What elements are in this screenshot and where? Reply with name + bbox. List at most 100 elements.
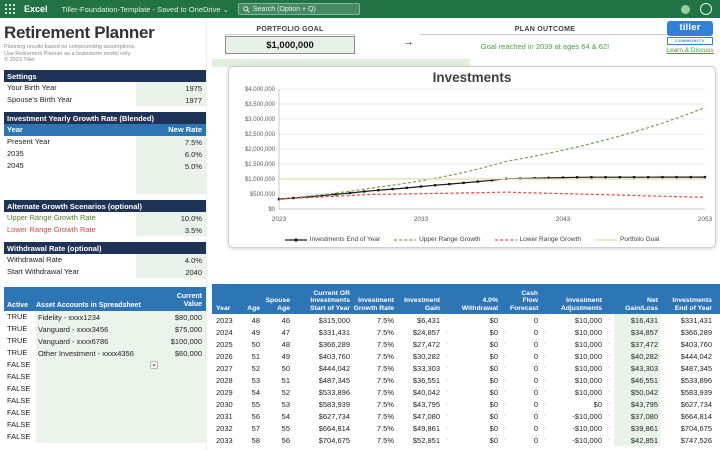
cell[interactable]: 46 bbox=[262, 314, 292, 326]
asset-name-cell[interactable] bbox=[36, 395, 152, 407]
asset-value-cell[interactable] bbox=[152, 383, 206, 395]
cell[interactable]: 55 bbox=[240, 398, 262, 410]
asset-value-cell[interactable] bbox=[152, 407, 206, 419]
growth-rate-label[interactable]: 2045 bbox=[4, 161, 136, 170]
cell[interactable]: $43,795 bbox=[396, 398, 442, 410]
cell[interactable]: 2031 bbox=[212, 410, 240, 422]
upper-range-label[interactable]: Upper Range Growth Rate bbox=[4, 213, 136, 222]
cell[interactable]: $0 bbox=[452, 410, 500, 422]
asset-name-cell[interactable] bbox=[36, 359, 152, 371]
cell[interactable]: 49 bbox=[240, 326, 262, 338]
investments-chart[interactable]: Investments $0$500,000$1,000,000$1,500,0… bbox=[228, 66, 716, 248]
cell[interactable]: $627,734 bbox=[660, 398, 714, 410]
withdrawal-rate-value[interactable]: 4.0% bbox=[136, 254, 206, 266]
cell[interactable]: $0 bbox=[452, 350, 500, 362]
cell[interactable]: 0 bbox=[510, 326, 540, 338]
cell[interactable]: 0 bbox=[510, 398, 540, 410]
cell[interactable]: $50,042 bbox=[614, 386, 660, 398]
cell[interactable]: $0 bbox=[452, 314, 500, 326]
cell[interactable]: 48 bbox=[262, 338, 292, 350]
cell[interactable]: 50 bbox=[262, 362, 292, 374]
cell[interactable]: $49,861 bbox=[396, 422, 442, 434]
cell[interactable]: $366,289 bbox=[660, 326, 714, 338]
lower-range-label[interactable]: Lower Range Growth Rate bbox=[4, 225, 136, 234]
asset-name-cell[interactable] bbox=[36, 371, 152, 383]
cell[interactable]: 7.5% bbox=[352, 434, 396, 446]
portfolio-goal-value[interactable]: $1,000,000 bbox=[225, 36, 355, 54]
floating-cell-button-icon[interactable]: ▴ bbox=[150, 361, 158, 369]
asset-name-cell[interactable] bbox=[36, 431, 152, 443]
cell[interactable]: $627,734 bbox=[292, 410, 352, 422]
cell[interactable]: 2028 bbox=[212, 374, 240, 386]
cell[interactable]: $39,861 bbox=[614, 422, 660, 434]
setting-value[interactable]: 1977 bbox=[136, 94, 206, 106]
cell[interactable]: 51 bbox=[240, 350, 262, 362]
cell[interactable]: $664,814 bbox=[292, 422, 352, 434]
asset-value-cell[interactable]: $80,000 bbox=[152, 311, 206, 323]
asset-name-cell[interactable] bbox=[36, 383, 152, 395]
cell[interactable]: 7.5% bbox=[352, 410, 396, 422]
cell[interactable]: 52 bbox=[240, 362, 262, 374]
cell[interactable]: $0 bbox=[452, 374, 500, 386]
cell[interactable]: $47,080 bbox=[396, 410, 442, 422]
cell[interactable]: $0 bbox=[452, 434, 500, 446]
avatar[interactable] bbox=[700, 3, 712, 15]
setting-value[interactable]: 1975 bbox=[136, 82, 206, 94]
cell[interactable]: 0 bbox=[510, 374, 540, 386]
column-header[interactable]: Net Gain/Loss bbox=[614, 297, 660, 312]
cell[interactable]: 47 bbox=[262, 326, 292, 338]
cell[interactable]: $52,851 bbox=[396, 434, 442, 446]
cell[interactable]: 49 bbox=[262, 350, 292, 362]
asset-active-cell[interactable]: FALSE bbox=[4, 360, 36, 369]
cell[interactable]: $43,303 bbox=[614, 362, 660, 374]
cell[interactable]: $46,551 bbox=[614, 374, 660, 386]
asset-name-cell[interactable]: Vanguard - xxxx3456 bbox=[36, 323, 152, 335]
growth-rate-value[interactable]: 5.0% bbox=[136, 160, 206, 172]
cell[interactable]: 7.5% bbox=[352, 362, 396, 374]
cell[interactable]: $10,000 bbox=[550, 350, 604, 362]
cell[interactable]: 2023 bbox=[212, 314, 240, 326]
asset-active-cell[interactable]: TRUE bbox=[4, 336, 36, 345]
cell[interactable]: $664,814 bbox=[660, 410, 714, 422]
cell[interactable]: $40,042 bbox=[396, 386, 442, 398]
cell[interactable]: 56 bbox=[262, 434, 292, 446]
cell[interactable]: $10,000 bbox=[550, 374, 604, 386]
upper-range-value[interactable]: 10.0% bbox=[136, 212, 206, 224]
asset-name-cell[interactable]: Vanguard - xxxx6786 bbox=[36, 335, 152, 347]
cell[interactable]: 52 bbox=[262, 386, 292, 398]
cell[interactable]: $0 bbox=[452, 338, 500, 350]
cell[interactable]: 7.5% bbox=[352, 374, 396, 386]
cell[interactable]: $331,431 bbox=[292, 326, 352, 338]
cell[interactable]: 0 bbox=[510, 338, 540, 350]
cell[interactable]: $487,345 bbox=[292, 374, 352, 386]
cell[interactable]: $0 bbox=[452, 386, 500, 398]
cell[interactable]: 2029 bbox=[212, 386, 240, 398]
cell[interactable]: 2030 bbox=[212, 398, 240, 410]
asset-value-cell[interactable] bbox=[152, 431, 206, 443]
cell[interactable]: 58 bbox=[240, 434, 262, 446]
column-header[interactable]: Age bbox=[240, 305, 262, 313]
asset-active-cell[interactable]: FALSE bbox=[4, 420, 36, 429]
cell[interactable]: 51 bbox=[262, 374, 292, 386]
cell[interactable]: 50 bbox=[240, 338, 262, 350]
cell[interactable]: 48 bbox=[240, 314, 262, 326]
column-header[interactable]: 4.0% Withdrawal bbox=[452, 297, 500, 312]
cell[interactable]: $36,551 bbox=[396, 374, 442, 386]
asset-active-cell[interactable]: FALSE bbox=[4, 396, 36, 405]
cell[interactable]: $0 bbox=[452, 362, 500, 374]
asset-name-cell[interactable]: Other Investment - xxxx4356 bbox=[36, 347, 152, 359]
cell[interactable]: $42,851 bbox=[614, 434, 660, 446]
setting-label[interactable]: Your Birth Year bbox=[4, 83, 136, 92]
cell[interactable]: $10,000 bbox=[550, 338, 604, 350]
growth-rate-label[interactable]: 2035 bbox=[4, 149, 136, 158]
cell[interactable]: $704,675 bbox=[660, 422, 714, 434]
cell[interactable]: 56 bbox=[240, 410, 262, 422]
cell[interactable]: $43,795 bbox=[614, 398, 660, 410]
cell[interactable]: 0 bbox=[510, 410, 540, 422]
cell[interactable]: 7.5% bbox=[352, 386, 396, 398]
asset-name-cell[interactable]: Fidelity - xxxx1234 bbox=[36, 311, 152, 323]
cell[interactable]: 7.5% bbox=[352, 350, 396, 362]
cell[interactable]: $10,000 bbox=[550, 314, 604, 326]
cell[interactable]: $10,000 bbox=[550, 386, 604, 398]
cell[interactable]: -$10,000 bbox=[550, 422, 604, 434]
